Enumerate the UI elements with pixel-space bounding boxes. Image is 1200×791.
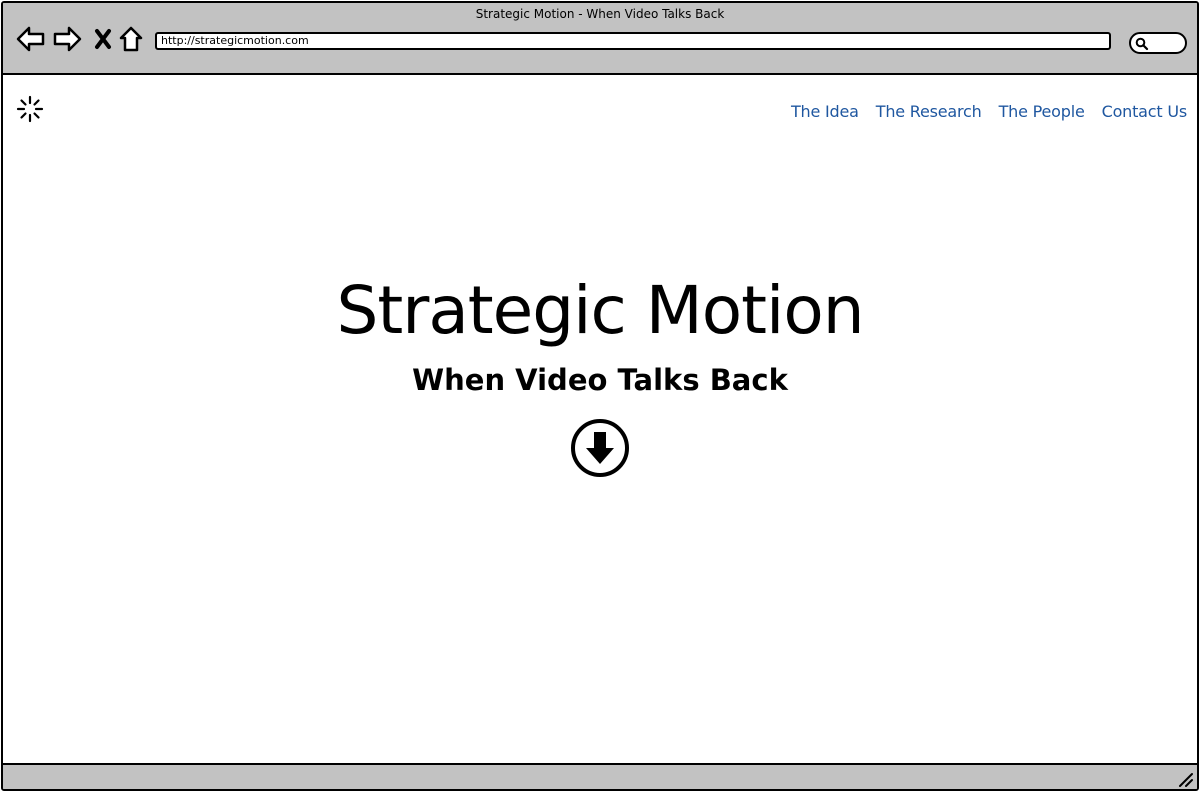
url-text: http://strategicmotion.com	[161, 34, 309, 47]
hero-subtitle: When Video Talks Back	[412, 363, 788, 397]
back-arrow-icon[interactable]	[15, 23, 47, 55]
main-nav: The Idea The Research The People Contact…	[791, 102, 1187, 121]
browser-window: Strategic Motion - When Video Talks Back…	[1, 1, 1199, 791]
arrow-down-circle-icon[interactable]	[570, 418, 630, 478]
window-title: Strategic Motion - When Video Talks Back	[475, 7, 725, 21]
browser-chrome: Strategic Motion - When Video Talks Back…	[3, 3, 1197, 75]
loading-spinner-icon[interactable]	[15, 94, 45, 124]
home-icon[interactable]	[115, 23, 147, 55]
nav-link-the-people[interactable]: The People	[999, 102, 1085, 121]
search-icon	[1135, 37, 1149, 51]
resize-grip-icon[interactable]	[1177, 771, 1193, 787]
forward-arrow-icon[interactable]	[51, 23, 83, 55]
status-bar	[3, 763, 1197, 789]
address-bar[interactable]: http://strategicmotion.com	[155, 32, 1111, 50]
nav-link-contact-us[interactable]: Contact Us	[1102, 102, 1188, 121]
nav-link-the-research[interactable]: The Research	[876, 102, 982, 121]
search-field[interactable]	[1129, 32, 1187, 54]
nav-link-the-idea[interactable]: The Idea	[791, 102, 859, 121]
hero-title: Strategic Motion	[336, 272, 864, 349]
page-content: The Idea The Research The People Contact…	[3, 75, 1197, 763]
